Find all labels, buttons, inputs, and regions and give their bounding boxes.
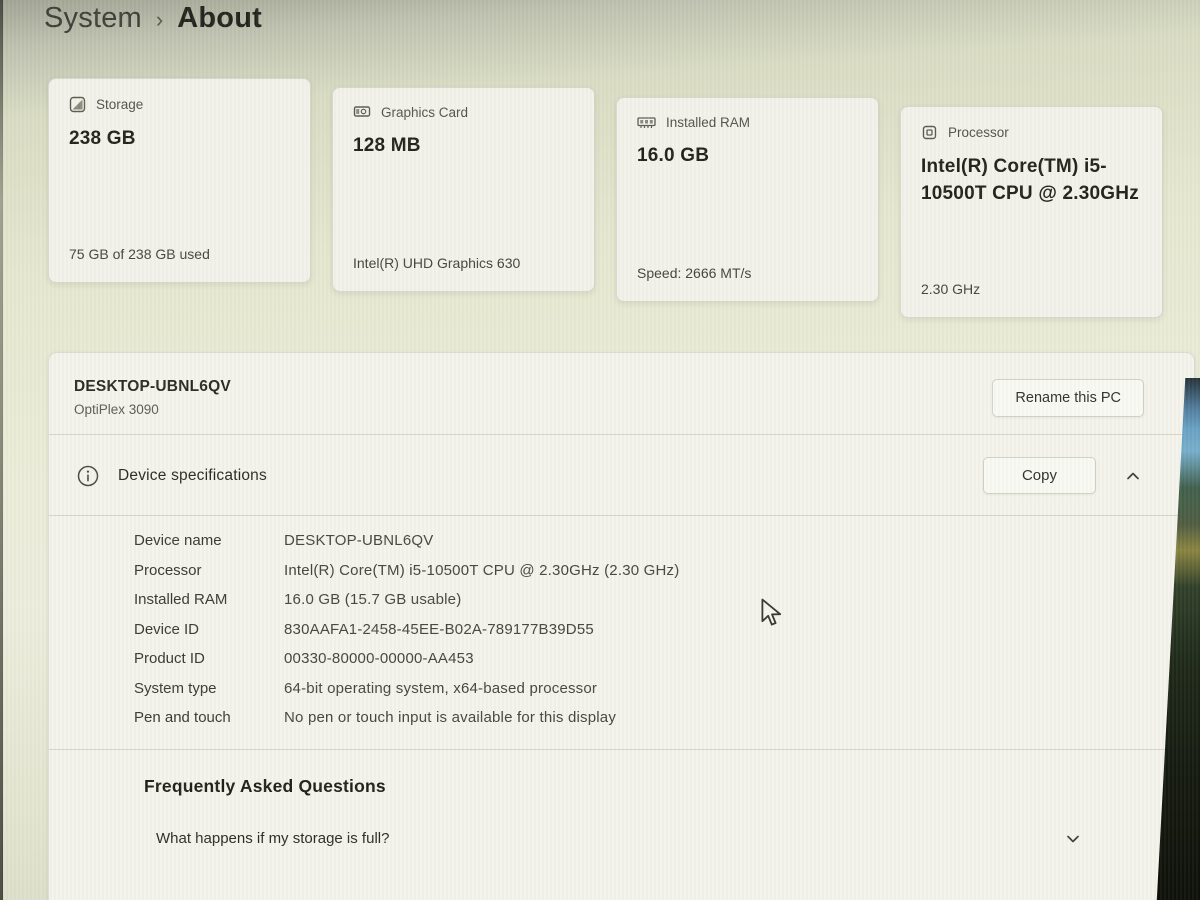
storage-card-value: 238 GB: [69, 126, 292, 153]
graphics-card-value: 128 MB: [353, 133, 576, 160]
spec-value: 00330-80000-00000-AA453: [284, 650, 474, 667]
spec-label: Processor: [134, 562, 284, 579]
page-title: About: [177, 2, 262, 35]
graphics-card-header: Graphics Card: [353, 105, 576, 120]
spec-label: Installed RAM: [134, 591, 284, 608]
about-panel: DESKTOP-UBNL6QV OptiPlex 3090 Rename thi…: [48, 352, 1195, 900]
installed-ram-label: Installed RAM: [666, 115, 750, 130]
storage-icon: [69, 96, 86, 113]
faq-question-row[interactable]: What happens if my storage is full?: [144, 830, 1194, 848]
device-model-subtitle: OptiPlex 3090: [74, 402, 231, 417]
graphics-card-caption: Intel(R) UHD Graphics 630: [353, 255, 576, 271]
installed-ram-value: 16.0 GB: [637, 143, 860, 170]
spec-value: DESKTOP-UBNL6QV: [284, 532, 433, 549]
spec-row-processor: Processor Intel(R) Core(TM) i5-10500T CP…: [134, 562, 1174, 579]
storage-card-header: Storage: [69, 96, 292, 113]
processor-card: Processor Intel(R) Core(TM) i5-10500T CP…: [900, 106, 1163, 318]
breadcrumb-system[interactable]: System: [44, 2, 142, 35]
device-name-row: DESKTOP-UBNL6QV OptiPlex 3090 Rename thi…: [49, 353, 1194, 434]
spec-row-product-id: Product ID 00330-80000-00000-AA453: [134, 650, 1174, 667]
spec-label: Product ID: [134, 650, 284, 667]
spec-value: No pen or touch input is available for t…: [284, 709, 616, 726]
installed-ram-caption: Speed: 2666 MT/s: [637, 265, 860, 281]
graphics-card-icon: [353, 105, 371, 120]
ram-icon: [637, 116, 656, 129]
faq-title: Frequently Asked Questions: [144, 776, 1194, 797]
spec-label: Pen and touch: [134, 709, 284, 726]
spec-value: 64-bit operating system, x64-based proce…: [284, 680, 597, 697]
processor-card-header: Processor: [921, 124, 1144, 141]
device-specifications-title: Device specifications: [118, 467, 267, 485]
device-specifications-list: Device name DESKTOP-UBNL6QV Processor In…: [49, 516, 1194, 749]
spec-value: 830AAFA1-2458-45EE-B02A-789177B39D55: [284, 621, 594, 638]
graphics-card-label: Graphics Card: [381, 105, 468, 120]
rename-pc-button[interactable]: Rename this PC: [992, 379, 1144, 417]
spec-label: System type: [134, 680, 284, 697]
summary-cards: Storage 238 GB 75 GB of 238 GB used Grap…: [48, 78, 1163, 318]
storage-card-label: Storage: [96, 97, 143, 112]
breadcrumb: System › About: [44, 2, 262, 35]
processor-card-label: Processor: [948, 125, 1009, 140]
info-icon: [76, 464, 100, 488]
processor-card-value: Intel(R) Core(TM) i5-10500T CPU @ 2.30GH…: [921, 154, 1144, 208]
spec-row-device-name: Device name DESKTOP-UBNL6QV: [134, 532, 1174, 549]
spec-label: Device ID: [134, 621, 284, 638]
faq-section: Frequently Asked Questions What happens …: [49, 750, 1194, 848]
chevron-up-icon[interactable]: [1124, 467, 1142, 485]
processor-icon: [921, 124, 938, 141]
spec-row-pen-and-touch: Pen and touch No pen or touch input is a…: [134, 709, 1174, 726]
graphics-card-card: Graphics Card 128 MB Intel(R) UHD Graphi…: [332, 87, 595, 292]
faq-question-text: What happens if my storage is full?: [156, 830, 389, 847]
breadcrumb-separator-icon: ›: [156, 5, 163, 33]
storage-card-caption: 75 GB of 238 GB used: [69, 246, 292, 262]
screen-left-bezel: [0, 0, 3, 900]
chevron-down-icon[interactable]: [1064, 830, 1082, 848]
storage-card: Storage 238 GB 75 GB of 238 GB used: [48, 78, 311, 283]
processor-card-caption: 2.30 GHz: [921, 281, 1144, 297]
installed-ram-header: Installed RAM: [637, 115, 860, 130]
spec-value: Intel(R) Core(TM) i5-10500T CPU @ 2.30GH…: [284, 562, 679, 579]
device-name-heading: DESKTOP-UBNL6QV: [74, 378, 231, 396]
spec-value: 16.0 GB (15.7 GB usable): [284, 591, 461, 608]
spec-row-installed-ram: Installed RAM 16.0 GB (15.7 GB usable): [134, 591, 1174, 608]
spec-row-device-id: Device ID 830AAFA1-2458-45EE-B02A-789177…: [134, 621, 1174, 638]
spec-row-system-type: System type 64-bit operating system, x64…: [134, 680, 1174, 697]
copy-button[interactable]: Copy: [983, 457, 1096, 494]
device-specifications-header[interactable]: Device specifications Copy: [49, 435, 1194, 515]
spec-label: Device name: [134, 532, 284, 549]
installed-ram-card: Installed RAM 16.0 GB Speed: 2666 MT/s: [616, 97, 879, 302]
device-name-block: DESKTOP-UBNL6QV OptiPlex 3090: [74, 378, 231, 417]
